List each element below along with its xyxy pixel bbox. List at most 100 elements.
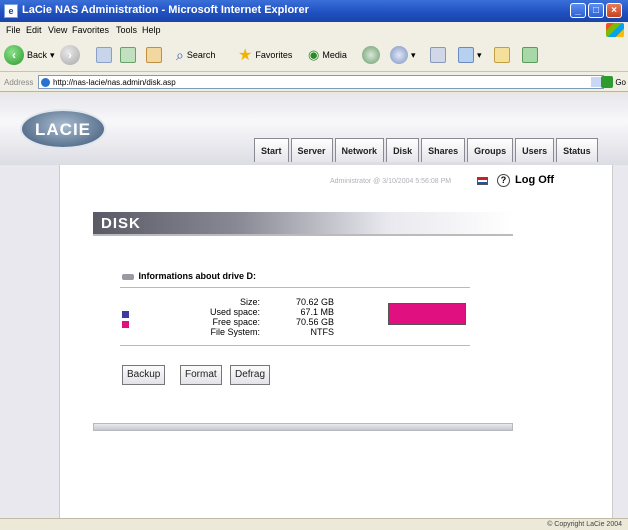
drive-values: 70.62 GB 67.1 MB 70.56 GB NTFS (276, 297, 334, 337)
file-system-value: NTFS (310, 327, 335, 337)
tab-shares[interactable]: Shares (421, 138, 466, 162)
page-header: LACIE Start Server Network Disk Shares G… (0, 93, 628, 165)
mail-icon (390, 46, 408, 64)
edit-button[interactable]: ▾ (458, 44, 482, 66)
chevron-down-icon: ▾ (411, 49, 416, 60)
free-space-value: 70.56 GB (295, 317, 334, 327)
tab-network[interactable]: Network (334, 138, 385, 162)
drive-heading-text: Informations about drive D: (138, 271, 257, 281)
media-button[interactable]: ◉ Media (308, 44, 347, 66)
lacie-logo: LACIE (20, 109, 106, 149)
refresh-icon (120, 47, 136, 63)
backup-button[interactable]: Backup (122, 365, 166, 385)
free-space-label: Free space: (212, 317, 260, 327)
go-arrow-icon (601, 76, 614, 88)
copyright-text: © Copyright LaCie 2004 (547, 521, 622, 528)
address-input[interactable]: http://nas-lacie/nas.admin/disk.asp (38, 75, 604, 89)
divider (120, 345, 470, 346)
back-button[interactable]: ‹ Back ▾ (4, 44, 55, 66)
folder-icon (494, 47, 510, 63)
drive-icon (122, 273, 134, 280)
size-value: 70.62 GB (295, 297, 334, 307)
disk-usage-bar (388, 303, 466, 325)
size-label: Size: (239, 297, 260, 307)
favorites-button[interactable]: ★ Favorites (238, 44, 292, 66)
title-bar: e LaCie NAS Administration - Microsoft I… (0, 0, 628, 22)
forward-arrow-icon: › (60, 45, 80, 65)
mail-button[interactable]: ▾ (390, 44, 416, 66)
tab-groups[interactable]: Groups (467, 138, 514, 162)
history-icon (362, 46, 380, 64)
left-margin (0, 165, 60, 518)
ie-app-icon: e (4, 4, 18, 18)
minimize-button[interactable]: _ (570, 3, 586, 18)
section-footer (93, 423, 513, 431)
menu-view[interactable]: View (48, 25, 67, 35)
favorites-label: Favorites (255, 50, 293, 60)
used-space-label: Used space: (209, 307, 260, 317)
windows-logo-icon (606, 23, 624, 37)
format-button[interactable]: Format (180, 365, 222, 385)
window-title: LaCie NAS Administration - Microsoft Int… (22, 4, 309, 16)
address-url: http://nas-lacie/nas.admin/disk.asp (53, 78, 176, 87)
close-button[interactable]: × (606, 3, 622, 18)
messenger-button[interactable] (522, 44, 538, 66)
address-label: Address (4, 78, 34, 87)
menu-help[interactable]: Help (142, 25, 161, 35)
back-label: Back (27, 50, 48, 60)
edit-icon (458, 47, 474, 63)
tab-disk[interactable]: Disk (386, 138, 420, 162)
section-header: DISK (93, 212, 513, 236)
user-session-info: Administrator @ 3/10/2004 5:56:08 PM (330, 178, 452, 185)
back-arrow-icon: ‹ (4, 45, 24, 65)
home-button[interactable] (146, 44, 162, 66)
file-system-label: File System: (210, 327, 260, 337)
tab-users[interactable]: Users (515, 138, 555, 162)
menu-file[interactable]: File (6, 25, 21, 35)
free-space-legend (122, 321, 129, 328)
media-label: Media (322, 50, 347, 60)
logoff-link[interactable]: Log Off (515, 174, 554, 186)
right-margin (612, 165, 628, 518)
discuss-button[interactable] (494, 44, 510, 66)
page-icon (41, 78, 50, 87)
messenger-icon (522, 47, 538, 63)
help-icon[interactable]: ? (497, 174, 510, 187)
go-label: Go (615, 77, 626, 87)
browser-window: e LaCie NAS Administration - Microsoft I… (0, 0, 628, 530)
menu-favorites[interactable]: Favorites (72, 25, 109, 35)
address-bar: Address http://nas-lacie/nas.admin/disk.… (0, 72, 628, 92)
web-page: LACIE Start Server Network Disk Shares G… (0, 93, 628, 518)
stop-icon (96, 47, 112, 63)
stop-button[interactable] (96, 44, 112, 66)
divider (120, 287, 470, 288)
language-flag-icon[interactable] (477, 177, 488, 185)
refresh-button[interactable] (120, 44, 136, 66)
toolbar: ‹ Back ▾ › ⌕ Search ★ Favorites ◉ Media (0, 38, 628, 72)
logo-text: LACIE (35, 120, 91, 139)
main-content: Administrator @ 3/10/2004 5:56:08 PM ? L… (60, 165, 612, 518)
menu-tools[interactable]: Tools (116, 25, 137, 35)
forward-button[interactable]: › (60, 44, 80, 66)
star-icon: ★ (238, 47, 253, 64)
section-title: DISK (101, 215, 141, 232)
go-button[interactable]: Go (601, 76, 626, 88)
home-icon (146, 47, 162, 63)
media-icon: ◉ (308, 47, 320, 62)
menu-edit[interactable]: Edit (26, 25, 42, 35)
drive-info-heading: Informations about drive D: (122, 271, 256, 281)
history-button[interactable] (362, 44, 380, 66)
tab-server[interactable]: Server (290, 138, 333, 162)
maximize-button[interactable]: □ (588, 3, 604, 18)
used-space-value: 67.1 MB (300, 307, 334, 317)
nav-tabs: Start Server Network Disk Shares Groups … (254, 138, 598, 162)
menu-bar: File Edit View Favorites Tools Help (0, 22, 628, 38)
print-icon (430, 47, 446, 63)
tab-status[interactable]: Status (556, 138, 598, 162)
print-button[interactable] (430, 44, 446, 66)
defrag-button[interactable]: Defrag (230, 365, 271, 385)
tab-start[interactable]: Start (254, 138, 289, 162)
used-space-legend (122, 311, 129, 318)
search-button[interactable]: ⌕ Search (176, 44, 215, 66)
search-icon: ⌕ (176, 46, 184, 63)
